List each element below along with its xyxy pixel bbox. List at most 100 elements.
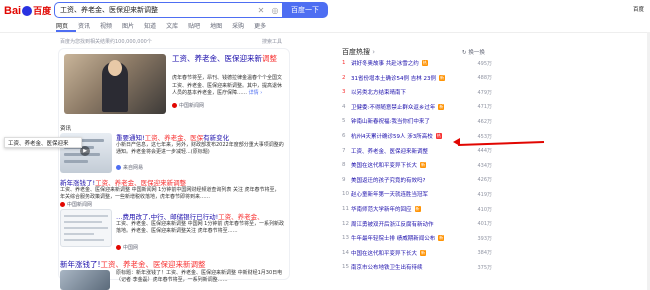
result-1-thumbnail[interactable]: [64, 54, 166, 114]
hot-search-item[interactable]: 13 牛年最年轻院士排 绩威期新闻公布新 393万: [342, 233, 492, 243]
hot-rank: 10: [342, 191, 349, 198]
result-5-desc: 原标题：新年涨钱了！工资、养老金、医保迎来新调整 中新财经1月30日电（记者 李…: [116, 270, 283, 283]
search-tools-button[interactable]: 搜索工具: [262, 38, 282, 45]
hot-search-item[interactable]: 3 以另类北方结束晴南下 479万: [342, 87, 492, 97]
hot-tag-badge: 热: [435, 133, 442, 139]
hot-title: 卫健委:不得随意禁止群众返乡过年: [351, 104, 436, 111]
hot-search-item[interactable]: 14 中国在这代和平变异下长大新 384万: [342, 248, 492, 258]
search-input[interactable]: 工资、养老金、医保迎来新调整: [60, 5, 254, 15]
hot-search-item[interactable]: 11 华南师范大学新年的回应新 410万: [342, 204, 492, 214]
result-4-title-em: 工资、养老金、: [218, 213, 264, 221]
hot-count: 426万: [477, 177, 492, 184]
hot-title: 以另类北方结束晴南下: [351, 90, 407, 97]
hot-search-item[interactable]: 12 周江勇被双开后浙江反腐有新动作 401万: [342, 219, 492, 229]
result-1-title[interactable]: 工资、养老金、医保迎来新调整: [172, 54, 287, 64]
hot-tag-badge: 新: [420, 162, 427, 169]
result-1-desc-text: 虎年春节将至，昂刊、钱德拉律金温春个个全国文工资、养老金、医保迎来新调整。其中，…: [172, 75, 283, 96]
tab-tieba[interactable]: 贴吧: [188, 21, 200, 30]
refresh-label: 换一换: [468, 50, 485, 56]
tab-news[interactable]: 资讯: [78, 21, 90, 30]
hot-title: 赵心童新年第一天就连胜当冠军: [351, 192, 429, 199]
hot-search-item[interactable]: 2 31省份增本土确诊54例 吉林 23例新 488万: [342, 73, 492, 83]
source-icon: [172, 103, 177, 108]
source-name: 中国新闻网: [179, 103, 205, 109]
result-1-desc: 虎年春节将至，昂刊、钱德拉律金温春个个全国文工资、养老金、医保迎来新调整。其中，…: [172, 75, 284, 98]
tab-map[interactable]: 地图: [210, 21, 222, 30]
hot-rank: 11: [342, 206, 349, 212]
tab-image[interactable]: 图片: [122, 21, 134, 30]
result-count: 百度为您找到相关结果约100,000,000个: [60, 39, 152, 45]
hot-search-item[interactable]: 8 美国在这代和平变异下长大新 434万: [342, 160, 492, 170]
source-icon: [60, 202, 65, 207]
refresh-button[interactable]: ↻ 换一换: [462, 48, 485, 56]
hot-title: 牛年最年轻院士排 绩威期新闻公布: [351, 236, 436, 243]
hot-count: 393万: [477, 235, 492, 242]
hot-search-item[interactable]: 15 南京市公布地铁卫生出有待续 375万: [342, 262, 492, 272]
result-3-title[interactable]: 新年涨钱了!工资、养老金、医保迎来新调整: [60, 177, 186, 187]
hot-search-item[interactable]: 7 工资、养老金、医保迎来新调整 444万: [342, 146, 492, 156]
header-divider: [0, 32, 650, 33]
hot-count: 479万: [477, 89, 492, 96]
tab-label: 网页: [56, 23, 69, 30]
hot-count: 488万: [477, 75, 492, 82]
result-2-desc: 小新日产信息，这七年来，另外，财政部发布2022年度部分重大事项调整的通知。养老…: [116, 142, 284, 155]
hot-rank: 14: [342, 249, 349, 256]
search-box[interactable]: 工资、养老金、医保迎来新调整 ✕ ◎: [54, 2, 282, 18]
result-1-source[interactable]: 中国新闻网: [172, 102, 204, 109]
hot-search-title[interactable]: 百度热搜 ›: [342, 47, 375, 57]
result-5-title-em: 工资、养老金、医保迎来新调整: [100, 260, 206, 269]
hot-count: 401万: [477, 221, 492, 228]
result-4-thumbnail[interactable]: [60, 209, 112, 247]
hot-count: 384万: [477, 250, 492, 257]
result-4-desc: 工资、养老金、医保迎来新调整 中国网 1分钟前 虎年春节将至，一系列新政落地。养…: [116, 221, 284, 234]
result-3-title-em: 工资、养老金、医保迎来新调整: [95, 179, 187, 187]
tab-wenku[interactable]: 文库: [166, 21, 178, 30]
tab-video[interactable]: 视频: [100, 21, 112, 30]
hot-search-item[interactable]: 10 赵心童新年第一天就连胜当冠军 419万: [342, 189, 492, 199]
hot-search-item[interactable]: 4 卫健委:不得随意禁止群众返乡过年新 471万: [342, 102, 492, 112]
result-2-title-post: 有新变化: [203, 134, 230, 142]
hot-title: 华南师范大学新年的回应: [351, 207, 412, 213]
thumb-line: [64, 227, 108, 229]
result-1-more-link[interactable]: 详情 ›: [249, 90, 263, 96]
hot-count: 462万: [477, 118, 492, 125]
hover-tooltip: 工资、养老金、医保迎来: [4, 137, 82, 148]
top-right-link[interactable]: 百度: [633, 5, 644, 13]
hot-title: 讲好冬奥故事 共赴冰雪之约: [351, 61, 419, 67]
search-button[interactable]: 百度一下: [282, 2, 328, 18]
hot-search-item[interactable]: 5 钟南山新春祝福:我当你们中来了 462万: [342, 116, 492, 126]
tab-more[interactable]: 更多: [254, 21, 266, 30]
hot-rank: 15: [342, 264, 349, 271]
hot-title: 周江勇被双开后浙江反腐有新动作: [351, 221, 434, 228]
result-2-title-em: 工资、养老金、医保: [144, 134, 204, 142]
result-4-source[interactable]: 中国网: [116, 244, 138, 251]
hot-search-item[interactable]: 1 讲好冬奥故事 共赴冰雪之约热 495万: [342, 58, 492, 68]
tab-web[interactable]: 网页: [56, 21, 76, 32]
hot-tag-badge: 新: [414, 206, 421, 212]
hot-rank: 5: [342, 118, 346, 125]
news-section-label: 资讯: [60, 126, 72, 132]
result-3-desc: 工资、养老金、医保迎来新调整 中国新闻网 1分钟前中国网财经频道查询列表 关注 …: [60, 187, 280, 200]
result-2-title[interactable]: 重要通知!工资、养老金、医保有新变化: [116, 132, 229, 142]
chevron-right-icon: ›: [372, 48, 376, 56]
result-5-thumbnail[interactable]: [60, 270, 110, 290]
hot-rank: 2: [342, 74, 346, 81]
result-3-source[interactable]: 中国新闻网: [60, 201, 92, 208]
result-1-title-em: 调整: [262, 54, 277, 63]
baidu-logo[interactable]: Bai 百度: [4, 4, 51, 18]
result-5-title[interactable]: 新年涨钱了!工资、养老金、医保迎来新调整: [60, 259, 206, 270]
result-2-title-pre: 重要通知!: [116, 134, 145, 142]
tab-zhidao[interactable]: 知道: [144, 21, 156, 30]
thumb-line: [64, 160, 88, 163]
hot-title: 钟南山新春祝福:我当你们中来了: [351, 119, 430, 126]
tab-caigou[interactable]: 采购: [232, 21, 244, 30]
result-4-title[interactable]: …费用改了,中行、邮储银行已行动!工资、养老金、: [116, 211, 264, 221]
hot-search-title-text: 百度热搜: [342, 48, 370, 56]
annotation-arrow-line: [458, 141, 545, 147]
hot-search-item[interactable]: 6 杭州4天累计确诊59人 涉3所高校热 453万: [342, 131, 492, 141]
result-2-source[interactable]: 来自网易: [116, 164, 143, 171]
camera-icon[interactable]: ◎: [268, 6, 282, 15]
hot-count: 410万: [477, 206, 492, 213]
hot-search-item[interactable]: 9 美国返迁的孩子究竟的有效吗? 426万: [342, 175, 492, 185]
close-icon[interactable]: ✕: [254, 6, 268, 15]
